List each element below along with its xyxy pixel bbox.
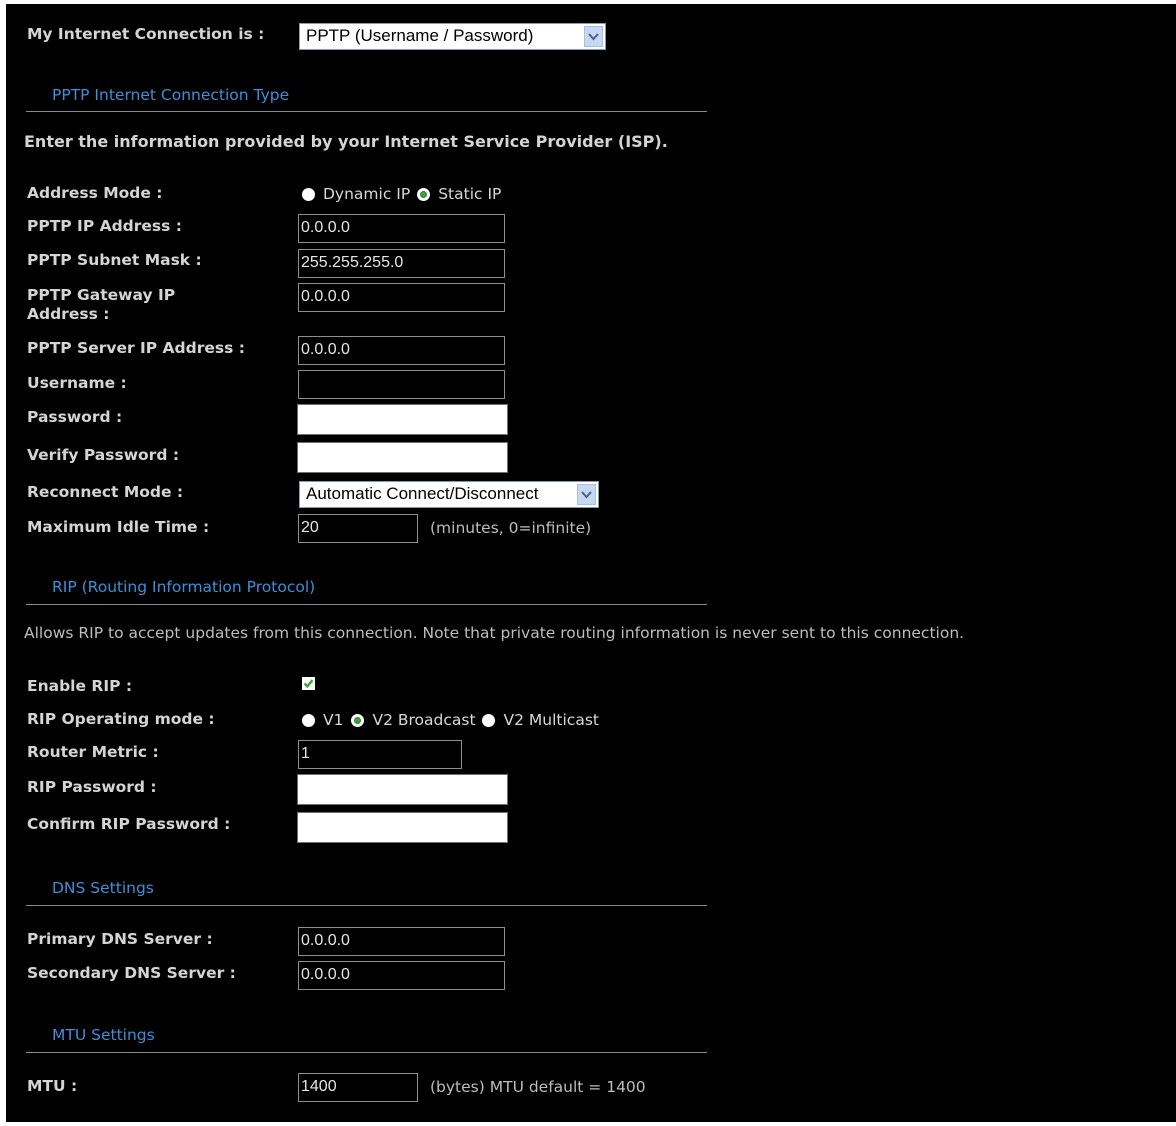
pptp-gateway-label: PPTP Gateway IP Address : <box>27 286 176 323</box>
mtu-input[interactable]: 1400 <box>298 1073 418 1102</box>
chevron-down-icon[interactable] <box>577 484 596 505</box>
primary-dns-label: Primary DNS Server : <box>27 930 213 948</box>
secondary-dns-label: Secondary DNS Server : <box>27 964 236 982</box>
radio-rip-v2-multicast-label: V2 Multicast <box>503 711 599 729</box>
radio-rip-v2-broadcast[interactable] <box>351 713 365 727</box>
enable-rip-checkbox[interactable] <box>302 677 315 690</box>
address-mode-group: Dynamic IP Static IP <box>302 184 501 204</box>
pptp-server-input[interactable]: 0.0.0.0 <box>298 336 505 365</box>
radio-dynamic-ip-label: Dynamic IP <box>323 185 411 203</box>
idle-time-input[interactable]: 20 <box>298 514 418 543</box>
connection-type-label: My Internet Connection is : <box>27 25 265 43</box>
confirm-rip-password-input[interactable] <box>297 812 508 843</box>
radio-rip-v2-broadcast-label: V2 Broadcast <box>372 711 476 729</box>
connection-type-selected: PPTP (Username / Password) <box>306 26 534 45</box>
rip-password-input[interactable] <box>297 774 508 805</box>
section-divider <box>26 905 707 906</box>
primary-dns-input[interactable]: 0.0.0.0 <box>298 927 505 956</box>
rip-intro-text: Allows RIP to accept updates from this c… <box>24 624 965 642</box>
section-divider <box>26 1052 707 1053</box>
secondary-dns-input[interactable]: 0.0.0.0 <box>298 961 505 990</box>
rip-password-label: RIP Password : <box>27 778 157 796</box>
pptp-server-label: PPTP Server IP Address : <box>27 339 245 357</box>
connection-type-select[interactable]: PPTP (Username / Password) <box>299 23 606 50</box>
section-divider <box>26 604 707 605</box>
reconnect-mode-selected: Automatic Connect/Disconnect <box>306 484 539 503</box>
verify-password-label: Verify Password : <box>27 446 180 464</box>
rip-section-title: RIP (Routing Information Protocol) <box>52 578 316 596</box>
router-metric-input[interactable]: 1 <box>298 740 462 769</box>
section-divider <box>26 111 707 112</box>
radio-static-ip-label: Static IP <box>438 185 502 203</box>
username-label: Username : <box>27 374 127 392</box>
reconnect-mode-label: Reconnect Mode : <box>27 483 184 501</box>
verify-password-input[interactable] <box>297 442 508 473</box>
password-input[interactable] <box>297 404 508 435</box>
router-metric-label: Router Metric : <box>27 743 159 761</box>
pptp-subnet-label: PPTP Subnet Mask : <box>27 251 202 269</box>
pptp-subnet-input[interactable]: 255.255.255.0 <box>298 249 505 278</box>
mtu-label: MTU : <box>27 1077 78 1095</box>
pptp-settings-panel: My Internet Connection is : PPTP (Userna… <box>6 4 1176 1122</box>
pptp-section-title: PPTP Internet Connection Type <box>52 86 290 104</box>
rip-mode-label: RIP Operating mode : <box>27 710 215 728</box>
pptp-intro-text: Enter the information provided by your I… <box>24 132 668 151</box>
pptp-ip-label: PPTP IP Address : <box>27 217 182 235</box>
radio-static-ip[interactable] <box>417 187 431 201</box>
confirm-rip-password-label: Confirm RIP Password : <box>27 815 231 833</box>
address-mode-label: Address Mode : <box>27 184 163 202</box>
idle-time-label: Maximum Idle Time : <box>27 518 210 536</box>
enable-rip-label: Enable RIP : <box>27 677 133 695</box>
mtu-section-title: MTU Settings <box>52 1026 155 1044</box>
radio-rip-v2-multicast[interactable] <box>481 713 495 727</box>
pptp-gateway-input[interactable]: 0.0.0.0 <box>298 283 505 312</box>
radio-rip-v1-label: V1 <box>323 711 344 729</box>
password-label: Password : <box>27 408 123 426</box>
rip-mode-group: V1 V2 Broadcast V2 Multicast <box>302 710 599 730</box>
idle-time-hint: (minutes, 0=infinite) <box>430 519 592 537</box>
checkmark-icon <box>303 679 314 689</box>
reconnect-mode-select[interactable]: Automatic Connect/Disconnect <box>299 481 599 508</box>
chevron-down-icon[interactable] <box>584 26 603 47</box>
dns-section-title: DNS Settings <box>52 879 154 897</box>
radio-dynamic-ip[interactable] <box>302 187 315 201</box>
radio-rip-v1[interactable] <box>302 713 315 727</box>
pptp-ip-input[interactable]: 0.0.0.0 <box>298 214 505 243</box>
mtu-hint: (bytes) MTU default = 1400 <box>430 1078 646 1096</box>
username-input[interactable] <box>298 370 505 399</box>
